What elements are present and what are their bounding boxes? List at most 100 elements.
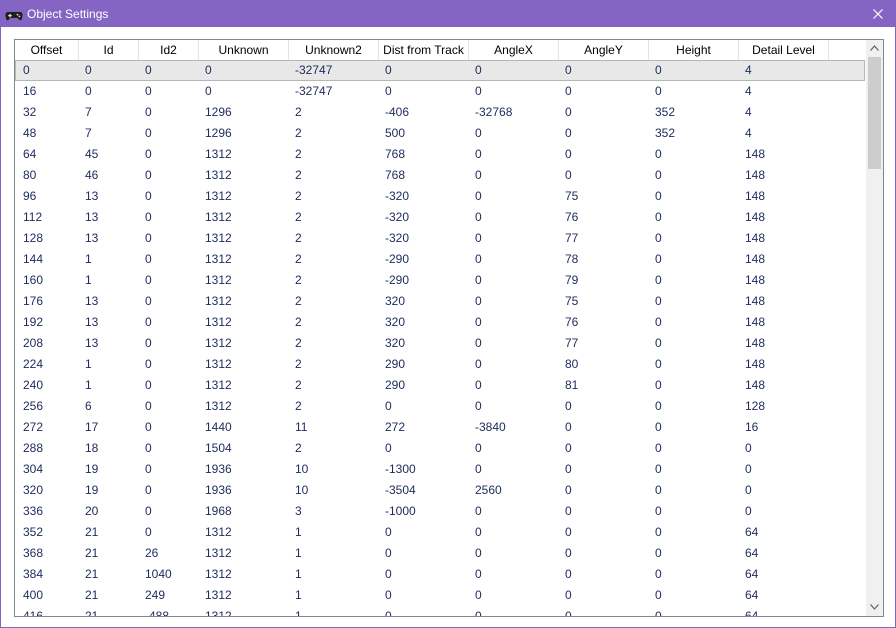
table-row[interactable]: 256 6 0 1312 2 0 0 0 0 128 — [15, 396, 865, 417]
scroll-thumb[interactable] — [868, 57, 881, 169]
table-cell: 1936 — [205, 483, 232, 497]
table-cell: 0 — [655, 252, 662, 266]
table-row[interactable]: 352 21 0 1312 1 0 0 0 0 64 — [15, 522, 865, 543]
table-cell: 224 — [23, 357, 44, 371]
table-cell: 64 — [23, 147, 37, 161]
table-cell: 249 — [145, 588, 166, 602]
table-cell: 0 — [385, 441, 392, 455]
table-cell: 1 — [85, 252, 92, 266]
table-row[interactable]: 320 19 0 1936 10 -3504 2560 0 0 0 — [15, 480, 865, 501]
column-header-angley[interactable]: AngleY — [559, 40, 649, 60]
table-cell: 2 — [295, 210, 302, 224]
table-cell: 0 — [385, 609, 392, 616]
table-cell: 0 — [745, 441, 752, 455]
table-row[interactable]: 96 13 0 1312 2 -320 0 75 0 148 — [15, 186, 865, 207]
table-cell: 1 — [295, 525, 302, 539]
column-header-detail-level[interactable]: Detail Level — [739, 40, 829, 60]
column-header-id[interactable]: Id — [79, 40, 139, 60]
table-row[interactable]: 400 21 249 1312 1 0 0 0 0 64 — [15, 585, 865, 606]
table-cell: 0 — [565, 168, 572, 182]
table-cell: 0 — [145, 420, 152, 434]
table-row[interactable]: 16 0 0 0 -32747 0 0 0 0 4 — [15, 81, 865, 102]
table-cell: 0 — [475, 504, 482, 518]
close-button[interactable] — [861, 1, 895, 27]
table-row[interactable]: 240 1 0 1312 2 290 0 81 0 148 — [15, 375, 865, 396]
table-cell: 160 — [23, 273, 44, 287]
table-cell: 148 — [745, 252, 766, 266]
arrow-down-icon — [870, 604, 879, 610]
table-cell: 192 — [23, 315, 44, 329]
table-cell: 21 — [85, 525, 99, 539]
table-cell: 290 — [385, 357, 406, 371]
table-cell: 79 — [565, 273, 579, 287]
table-cell: 0 — [565, 504, 572, 518]
column-header-unknown[interactable]: Unknown — [199, 40, 289, 60]
table-cell: 500 — [385, 126, 406, 140]
table-row[interactable]: 176 13 0 1312 2 320 0 75 0 148 — [15, 291, 865, 312]
table-cell: 0 — [475, 147, 482, 161]
table-cell: 352 — [655, 105, 676, 119]
table-row[interactable]: 112 13 0 1312 2 -320 0 76 0 148 — [15, 207, 865, 228]
table-row[interactable]: 288 18 0 1504 2 0 0 0 0 0 — [15, 438, 865, 459]
column-header-id2[interactable]: Id2 — [139, 40, 199, 60]
table-cell: 1312 — [205, 378, 232, 392]
table-row[interactable]: 224 1 0 1312 2 290 0 80 0 148 — [15, 354, 865, 375]
table-cell: 0 — [385, 84, 392, 98]
table-cell: 21 — [85, 588, 99, 602]
table-row[interactable]: 128 13 0 1312 2 -320 0 77 0 148 — [15, 228, 865, 249]
table-row[interactable]: 160 1 0 1312 2 -290 0 79 0 148 — [15, 270, 865, 291]
table-row[interactable]: 64 45 0 1312 2 768 0 0 0 148 — [15, 144, 865, 165]
table-row[interactable]: 368 21 26 1312 1 0 0 0 0 64 — [15, 543, 865, 564]
table-cell: 0 — [145, 525, 152, 539]
table-cell: 1 — [295, 588, 302, 602]
table-cell: 2 — [295, 399, 302, 413]
column-header-anglex[interactable]: AngleX — [469, 40, 559, 60]
table-row[interactable]: 272 17 0 1440 11 272 -3840 0 0 16 — [15, 417, 865, 438]
table-row[interactable]: 336 20 0 1968 3 -1000 0 0 0 0 — [15, 501, 865, 522]
table-row[interactable]: 208 13 0 1312 2 320 0 77 0 148 — [15, 333, 865, 354]
table-cell: 320 — [385, 315, 406, 329]
table-cell: 0 — [475, 315, 482, 329]
table-cell: 0 — [655, 294, 662, 308]
table-row[interactable]: 416 21 -488 1312 1 0 0 0 0 64 — [15, 606, 865, 616]
table-cell: 0 — [475, 546, 482, 560]
object-rows: 0 0 0 0 -32747 0 0 0 0 4 16 0 0 0 -32747 0 0 0 0 4 32 7 0 1296 2… — [15, 60, 865, 616]
table-cell: 0 — [655, 588, 662, 602]
vertical-scrollbar[interactable] — [866, 40, 883, 616]
table-cell: 48 — [23, 126, 37, 140]
table-cell: 0 — [565, 525, 572, 539]
table-cell: 2 — [295, 147, 302, 161]
table-row[interactable]: 304 19 0 1936 10 -1300 0 0 0 0 — [15, 459, 865, 480]
table-cell: 128 — [23, 231, 44, 245]
table-cell: 1312 — [205, 168, 232, 182]
scroll-up-button[interactable] — [866, 40, 883, 57]
table-cell: 0 — [475, 126, 482, 140]
table-row[interactable]: 192 13 0 1312 2 320 0 76 0 148 — [15, 312, 865, 333]
table-cell: 0 — [145, 147, 152, 161]
scroll-down-button[interactable] — [866, 599, 883, 616]
table-cell: 176 — [23, 294, 44, 308]
table-row[interactable]: 384 21 1040 1312 1 0 0 0 0 64 — [15, 564, 865, 585]
table-cell: 304 — [23, 462, 44, 476]
title-bar[interactable]: Object Settings — [1, 1, 895, 27]
table-cell: 0 — [475, 525, 482, 539]
table-cell: 0 — [23, 63, 30, 77]
table-row[interactable]: 0 0 0 0 -32747 0 0 0 0 4 — [15, 60, 865, 81]
table-cell: 81 — [565, 378, 579, 392]
table-cell: 336 — [23, 504, 44, 518]
table-row[interactable]: 80 46 0 1312 2 768 0 0 0 148 — [15, 165, 865, 186]
column-header-offset[interactable]: Offset — [15, 40, 79, 60]
column-header-height[interactable]: Height — [649, 40, 739, 60]
table-row[interactable]: 48 7 0 1296 2 500 0 0 352 4 — [15, 123, 865, 144]
table-cell: 13 — [85, 189, 99, 203]
table-row[interactable]: 32 7 0 1296 2 -406 -32768 0 352 4 — [15, 102, 865, 123]
table-cell: 0 — [475, 462, 482, 476]
object-list[interactable]: Offset Id Id2 Unknown Unknown2 Dist from Trac… — [14, 39, 884, 617]
column-header-dist-from-track[interactable]: Dist from Track — [379, 40, 469, 60]
table-cell: 256 — [23, 399, 44, 413]
table-cell: 64 — [745, 546, 759, 560]
table-row[interactable]: 144 1 0 1312 2 -290 0 78 0 148 — [15, 249, 865, 270]
column-header-unknown2[interactable]: Unknown2 — [289, 40, 379, 60]
table-cell: -32747 — [295, 84, 333, 98]
column-header-filler — [829, 40, 859, 60]
